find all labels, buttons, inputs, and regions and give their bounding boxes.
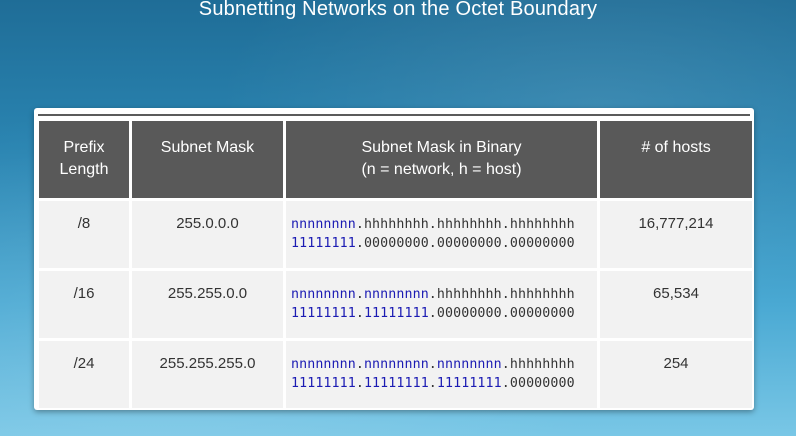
table-header-row: Prefix Length Subnet Mask Subnet Mask in… (39, 121, 752, 198)
table-row: /16 255.255.0.0 nnnnnnnn.nnnnnnnn.hhhhhh… (39, 271, 752, 338)
table-row: /24 255.255.255.0 nnnnnnnn.nnnnnnnn.nnnn… (39, 341, 752, 408)
bits-line: 11111111.11111111.11111111.00000000 (291, 376, 575, 391)
bits-line: 11111111.11111111.00000000.00000000 (291, 306, 575, 321)
binary-cell: nnnnnnnn.hhhhhhhh.hhhhhhhh.hhhhhhhh 1111… (286, 201, 597, 268)
subnet-table: Prefix Length Subnet Mask Subnet Mask in… (36, 118, 755, 411)
bits-octet-1: 11111111 (291, 376, 356, 391)
hosts-cell: 65,534 (600, 271, 752, 338)
bits-octet-3: 00000000 (436, 306, 502, 321)
mask-cell: 255.0.0.0 (132, 201, 283, 268)
header-prefix-line2: Length (59, 161, 109, 178)
bits-octet-1: 11111111 (291, 306, 356, 321)
bits-octet-4: 00000000 (509, 306, 575, 321)
header-binary-line2: (n = network, h = host) (361, 161, 522, 178)
bits-octet-2: 00000000 (363, 236, 429, 251)
pattern-octet-3: nnnnnnnn (436, 357, 502, 372)
prefix-cell: /16 (39, 271, 129, 338)
pattern-octet-4: hhhhhhhh (509, 287, 575, 302)
mask-cell: 255.255.255.0 (132, 341, 283, 408)
header-mask-label: Subnet Mask (160, 139, 255, 156)
binary-cell: nnnnnnnn.nnnnnnnn.nnnnnnnn.hhhhhhhh 1111… (286, 341, 597, 408)
pattern-octet-1: nnnnnnnn (291, 357, 356, 372)
page-title: Subnetting Networks on the Octet Boundar… (198, 0, 598, 20)
pattern-octet-2: hhhhhhhh (363, 217, 429, 232)
hosts-cell: 254 (600, 341, 752, 408)
pattern-octet-2: nnnnnnnn (363, 357, 429, 372)
pattern-octet-1: nnnnnnnn (291, 217, 356, 232)
pattern-octet-2: nnnnnnnn (363, 287, 429, 302)
subnet-table-card: Prefix Length Subnet Mask Subnet Mask in… (34, 108, 754, 410)
bits-octet-3: 00000000 (436, 236, 502, 251)
header-num-hosts: # of hosts (600, 121, 752, 198)
header-binary-line1: Subnet Mask in Binary (361, 139, 522, 156)
bits-octet-4: 00000000 (509, 236, 575, 251)
bits-line: 11111111.00000000.00000000.00000000 (291, 236, 575, 251)
header-subnet-mask-binary: Subnet Mask in Binary (n = network, h = … (286, 121, 597, 198)
table-top-rule (38, 114, 750, 116)
bits-octet-1: 11111111 (291, 236, 356, 251)
pattern-octet-3: hhhhhhhh (436, 217, 502, 232)
header-subnet-mask: Subnet Mask (132, 121, 283, 198)
pattern-line: nnnnnnnn.nnnnnnnn.hhhhhhhh.hhhhhhhh (291, 287, 575, 302)
pattern-line: nnnnnnnn.hhhhhhhh.hhhhhhhh.hhhhhhhh (291, 217, 575, 232)
bits-octet-3: 11111111 (436, 376, 502, 391)
header-prefix-line1: Prefix (63, 139, 105, 156)
prefix-cell: /8 (39, 201, 129, 268)
header-prefix-length: Prefix Length (39, 121, 129, 198)
pattern-octet-3: hhhhhhhh (436, 287, 502, 302)
pattern-line: nnnnnnnn.nnnnnnnn.nnnnnnnn.hhhhhhhh (291, 357, 575, 372)
bits-octet-4: 00000000 (509, 376, 575, 391)
header-hosts-label: # of hosts (641, 139, 711, 156)
mask-cell: 255.255.0.0 (132, 271, 283, 338)
binary-cell: nnnnnnnn.nnnnnnnn.hhhhhhhh.hhhhhhhh 1111… (286, 271, 597, 338)
pattern-octet-1: nnnnnnnn (291, 287, 356, 302)
pattern-octet-4: hhhhhhhh (509, 357, 575, 372)
bits-octet-2: 11111111 (363, 306, 429, 321)
prefix-cell: /24 (39, 341, 129, 408)
pattern-octet-4: hhhhhhhh (509, 217, 575, 232)
hosts-cell: 16,777,214 (600, 201, 752, 268)
bits-octet-2: 11111111 (363, 376, 429, 391)
table-row: /8 255.0.0.0 nnnnnnnn.hhhhhhhh.hhhhhhhh.… (39, 201, 752, 268)
